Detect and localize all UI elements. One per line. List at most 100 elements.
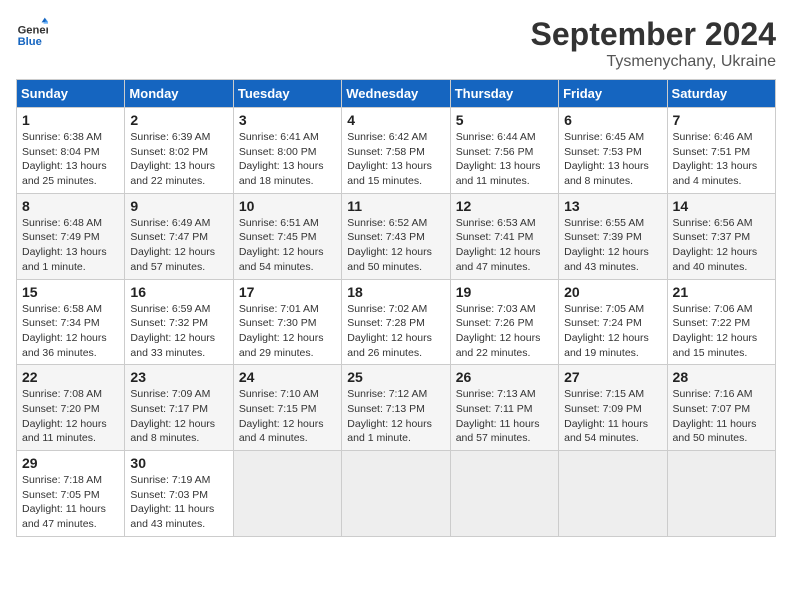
day-number: 10 [239,198,336,214]
calendar-row: 1 Sunrise: 6:38 AMSunset: 8:04 PMDaylight… [17,108,776,194]
day-number: 8 [22,198,119,214]
day-cell-13: 13 Sunrise: 6:55 AMSunset: 7:39 PMDayligh… [559,193,667,279]
calendar-header-row: SundayMondayTuesdayWednesdayThursdayFrid… [17,80,776,108]
day-number: 21 [673,284,770,300]
day-info: Sunrise: 7:15 AMSunset: 7:09 PMDaylight:… [564,387,661,446]
day-cell-17: 17Sunrise: 7:01 AMSunset: 7:30 PMDayligh… [233,279,341,365]
weekday-header-friday: Friday [559,80,667,108]
day-number: 11 [347,198,444,214]
day-number: 19 [456,284,553,300]
day-cell-12: 12 Sunrise: 6:53 AMSunset: 7:41 PMDayligh… [450,193,558,279]
day-cell-23: 23 Sunrise: 7:09 AMSunset: 7:17 PMDayligh… [125,365,233,451]
weekday-header-sunday: Sunday [17,80,125,108]
day-number: 18 [347,284,444,300]
day-cell-3: 3 Sunrise: 6:41 AMSunset: 8:00 PMDaylight… [233,108,341,194]
day-number: 2 [130,112,227,128]
day-number: 5 [456,112,553,128]
day-number: 24 [239,369,336,385]
day-number: 1 [22,112,119,128]
calendar-table: SundayMondayTuesdayWednesdayThursdayFrid… [16,79,776,537]
day-cell-10: 10Sunrise: 6:51 AMSunset: 7:45 PMDayligh… [233,193,341,279]
day-number: 29 [22,455,119,471]
day-number: 26 [456,369,553,385]
day-cell-5: 5 Sunrise: 6:44 AMSunset: 7:56 PMDaylight… [450,108,558,194]
weekday-header-saturday: Saturday [667,80,775,108]
day-info: Sunrise: 6:39 AMSunset: 8:02 PMDaylight:… [130,130,227,189]
logo-icon: General Blue [16,16,48,48]
day-info: Sunrise: 6:55 AMSunset: 7:39 PMDaylight:… [564,216,661,275]
day-info: Sunrise: 6:42 AMSunset: 7:58 PMDaylight:… [347,130,444,189]
calendar-row: 22 Sunrise: 7:08 AMSunset: 7:20 PMDayligh… [17,365,776,451]
day-cell-21: 21 Sunrise: 7:06 AMSunset: 7:22 PMDayligh… [667,279,775,365]
day-cell-26: 26 Sunrise: 7:13 AMSunset: 7:11 PMDayligh… [450,365,558,451]
day-cell-11: 11 Sunrise: 6:52 AMSunset: 7:43 PMDayligh… [342,193,450,279]
day-number: 22 [22,369,119,385]
day-cell-20: 20 Sunrise: 7:05 AMSunset: 7:24 PMDayligh… [559,279,667,365]
title-area: September 2024 Tysmenychany, Ukraine [531,16,776,71]
svg-text:Blue: Blue [18,36,42,48]
day-info: Sunrise: 7:06 AMSunset: 7:22 PMDaylight:… [673,302,770,361]
day-cell-6: 6Sunrise: 6:45 AMSunset: 7:53 PMDaylight… [559,108,667,194]
day-cell-4: 4Sunrise: 6:42 AMSunset: 7:58 PMDaylight… [342,108,450,194]
day-cell-25: 25 Sunrise: 7:12 AMSunset: 7:13 PMDayligh… [342,365,450,451]
day-number: 23 [130,369,227,385]
day-cell-16: 16 Sunrise: 6:59 AMSunset: 7:32 PMDayligh… [125,279,233,365]
day-info: Sunrise: 7:18 AMSunset: 7:05 PMDaylight:… [22,473,119,532]
day-info: Sunrise: 6:38 AMSunset: 8:04 PMDaylight:… [22,130,119,189]
day-info: Sunrise: 6:59 AMSunset: 7:32 PMDaylight:… [130,302,227,361]
day-cell-18: 18Sunrise: 7:02 AMSunset: 7:28 PMDayligh… [342,279,450,365]
day-cell-8: 8 Sunrise: 6:48 AMSunset: 7:49 PMDaylight… [17,193,125,279]
day-info: Sunrise: 7:19 AMSunset: 7:03 PMDaylight:… [130,473,227,532]
day-info: Sunrise: 7:05 AMSunset: 7:24 PMDaylight:… [564,302,661,361]
logo: General Blue [16,16,48,48]
day-number: 20 [564,284,661,300]
day-number: 30 [130,455,227,471]
day-info: Sunrise: 6:52 AMSunset: 7:43 PMDaylight:… [347,216,444,275]
day-number: 12 [456,198,553,214]
day-cell-22: 22 Sunrise: 7:08 AMSunset: 7:20 PMDayligh… [17,365,125,451]
day-number: 6 [564,112,661,128]
day-info: Sunrise: 6:49 AMSunset: 7:47 PMDaylight:… [130,216,227,275]
month-title: September 2024 [531,16,776,53]
day-number: 17 [239,284,336,300]
day-cell-28: 28Sunrise: 7:16 AMSunset: 7:07 PMDayligh… [667,365,775,451]
day-info: Sunrise: 6:56 AMSunset: 7:37 PMDaylight:… [673,216,770,275]
day-cell-2: 2 Sunrise: 6:39 AMSunset: 8:02 PMDaylight… [125,108,233,194]
empty-cell [559,451,667,537]
day-cell-24: 24 Sunrise: 7:10 AMSunset: 7:15 PMDayligh… [233,365,341,451]
day-info: Sunrise: 6:58 AMSunset: 7:34 PMDaylight:… [22,302,119,361]
day-number: 28 [673,369,770,385]
day-info: Sunrise: 7:12 AMSunset: 7:13 PMDaylight:… [347,387,444,446]
day-info: Sunrise: 6:48 AMSunset: 7:49 PMDaylight:… [22,216,119,275]
day-info: Sunrise: 6:41 AMSunset: 8:00 PMDaylight:… [239,130,336,189]
page-header: General Blue September 2024 Tysmenychany… [16,16,776,71]
day-info: Sunrise: 7:10 AMSunset: 7:15 PMDaylight:… [239,387,336,446]
day-cell-15: 15 Sunrise: 6:58 AMSunset: 7:34 PMDayligh… [17,279,125,365]
day-info: Sunrise: 7:13 AMSunset: 7:11 PMDaylight:… [456,387,553,446]
day-number: 14 [673,198,770,214]
day-cell-27: 27Sunrise: 7:15 AMSunset: 7:09 PMDayligh… [559,365,667,451]
day-number: 9 [130,198,227,214]
day-cell-30: 30 Sunrise: 7:19 AMSunset: 7:03 PMDayligh… [125,451,233,537]
calendar-row: 15 Sunrise: 6:58 AMSunset: 7:34 PMDayligh… [17,279,776,365]
day-number: 13 [564,198,661,214]
day-number: 3 [239,112,336,128]
svg-text:General: General [18,25,48,37]
location-title: Tysmenychany, Ukraine [531,53,776,71]
day-number: 16 [130,284,227,300]
empty-cell [233,451,341,537]
day-number: 15 [22,284,119,300]
empty-cell [667,451,775,537]
day-cell-29: 29 Sunrise: 7:18 AMSunset: 7:05 PMDayligh… [17,451,125,537]
day-info: Sunrise: 7:08 AMSunset: 7:20 PMDaylight:… [22,387,119,446]
empty-cell [342,451,450,537]
calendar-row: 29 Sunrise: 7:18 AMSunset: 7:05 PMDayligh… [17,451,776,537]
weekday-header-thursday: Thursday [450,80,558,108]
day-info: Sunrise: 6:53 AMSunset: 7:41 PMDaylight:… [456,216,553,275]
day-number: 25 [347,369,444,385]
day-info: Sunrise: 6:44 AMSunset: 7:56 PMDaylight:… [456,130,553,189]
day-info: Sunrise: 7:09 AMSunset: 7:17 PMDaylight:… [130,387,227,446]
calendar-row: 8 Sunrise: 6:48 AMSunset: 7:49 PMDaylight… [17,193,776,279]
day-cell-19: 19Sunrise: 7:03 AMSunset: 7:26 PMDayligh… [450,279,558,365]
day-cell-1: 1 Sunrise: 6:38 AMSunset: 8:04 PMDaylight… [17,108,125,194]
